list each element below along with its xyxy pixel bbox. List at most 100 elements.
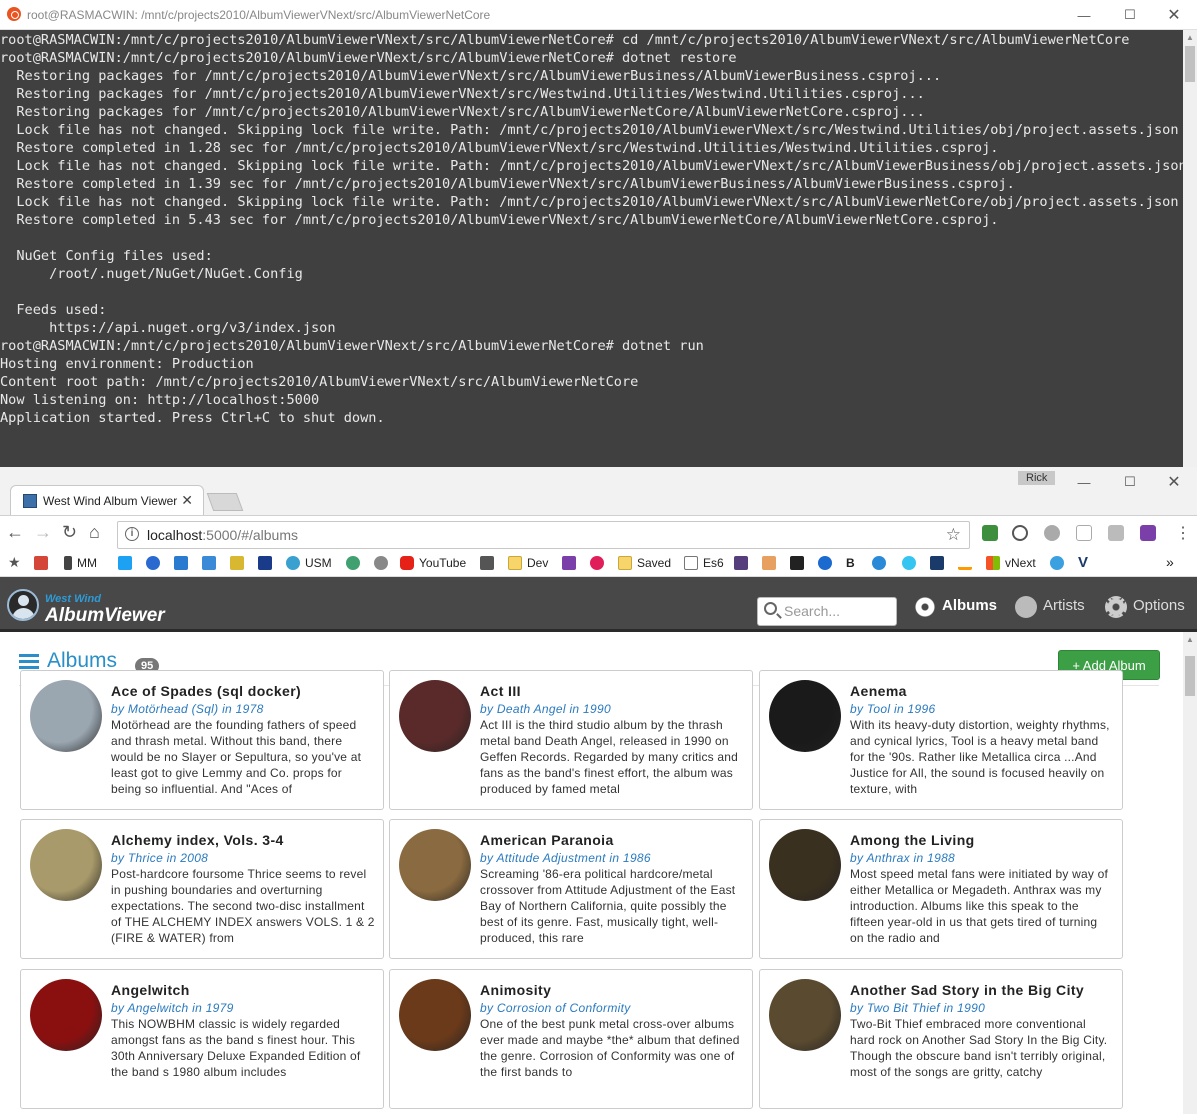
scroll-up-icon[interactable]: ▲ <box>1186 33 1194 42</box>
profile-badge[interactable]: Rick <box>1018 471 1056 485</box>
album-cover[interactable] <box>769 680 841 752</box>
slack-icon[interactable] <box>902 556 921 570</box>
close-icon[interactable]: ✕ <box>1151 0 1197 30</box>
page-scrollbar[interactable]: ▲ <box>1183 632 1197 1114</box>
album-cover[interactable] <box>30 979 102 1051</box>
gmail-icon[interactable] <box>34 556 53 570</box>
album-title[interactable]: Another Sad Story in the Big City <box>850 982 1084 998</box>
album-card[interactable]: Animosity by Corrosion of Conformity One o… <box>389 969 753 1109</box>
bookmark-icon[interactable] <box>202 556 221 570</box>
maximize-icon[interactable]: ☐ <box>1107 0 1153 30</box>
extension-icon[interactable] <box>1108 525 1124 541</box>
maximize-icon[interactable]: ☐ <box>1107 467 1153 497</box>
album-artist[interactable]: by Two Bit Thief in 1990 <box>850 1001 985 1015</box>
album-title[interactable]: Act III <box>480 683 521 699</box>
terminal-output[interactable]: root@RASMACWIN:/mnt/c/projects2010/Album… <box>0 30 1183 467</box>
album-card[interactable]: Angelwitch by Angelwitch in 1979 This NOWB… <box>20 969 384 1109</box>
terminal-scrollbar[interactable]: ▲ <box>1183 30 1197 467</box>
back-icon[interactable]: ← <box>6 522 24 543</box>
album-cover[interactable] <box>769 829 841 901</box>
menu-icon[interactable]: ⋮ <box>1175 523 1191 543</box>
bookmark-vnext[interactable]: vNext <box>986 556 1036 570</box>
album-card[interactable]: Aenema by Tool in 1996 With its heavy-duty… <box>759 670 1123 810</box>
logo-title[interactable]: AlbumViewer <box>45 605 165 627</box>
vue-icon[interactable]: V <box>1078 554 1088 571</box>
slack-icon[interactable] <box>590 556 609 570</box>
album-cover[interactable] <box>30 829 102 901</box>
album-cover[interactable] <box>30 680 102 752</box>
scrollbar-thumb[interactable] <box>1185 46 1195 82</box>
bookmark-youtube[interactable]: YouTube <box>400 556 466 570</box>
bookmark-icon[interactable] <box>146 556 165 570</box>
album-artist[interactable]: by Attitude Adjustment in 1986 <box>480 851 651 865</box>
album-artist[interactable]: by Motörhead (Sql) in 1978 <box>111 702 264 716</box>
bookmark-icon[interactable] <box>762 556 781 570</box>
scroll-up-icon[interactable]: ▲ <box>1186 635 1194 644</box>
bookmark-icon[interactable] <box>174 556 193 570</box>
album-card[interactable]: Another Sad Story in the Big City by Two … <box>759 969 1123 1109</box>
album-artist[interactable]: by Angelwitch in 1979 <box>111 1001 234 1015</box>
bookmark-icon[interactable] <box>374 556 393 570</box>
album-title[interactable]: Angelwitch <box>111 982 190 998</box>
scrollbar-thumb[interactable] <box>1185 656 1195 696</box>
extension-icon[interactable] <box>1012 525 1028 541</box>
album-title[interactable]: Alchemy index, Vols. 3-4 <box>111 832 284 848</box>
bookmark-icon[interactable] <box>230 556 249 570</box>
album-card[interactable]: Among the Living by Anthrax in 1988 Most s… <box>759 819 1123 959</box>
twitter-icon[interactable] <box>118 556 137 570</box>
bookmark-mm[interactable]: MM <box>64 556 97 570</box>
home-icon[interactable]: ⌂ <box>89 522 100 543</box>
minimize-icon[interactable]: — <box>1061 467 1107 497</box>
bookmark-icon[interactable] <box>734 556 753 570</box>
onenote-icon[interactable] <box>1140 525 1156 541</box>
apps-star-icon[interactable]: ★ <box>8 554 21 571</box>
extension-icon[interactable] <box>982 525 998 541</box>
bookmark-dev[interactable]: Dev <box>508 556 548 570</box>
tab-close-icon[interactable]: ✕ <box>181 492 193 509</box>
bookmark-es6[interactable]: Es6 <box>684 556 724 570</box>
forward-icon[interactable]: → <box>34 522 52 543</box>
album-artist[interactable]: by Tool in 1996 <box>850 702 935 716</box>
album-artist[interactable]: by Corrosion of Conformity <box>480 1001 631 1015</box>
album-card[interactable]: American Paranoia by Attitude Adjustment … <box>389 819 753 959</box>
album-title[interactable]: Animosity <box>480 982 551 998</box>
bookmark-icon[interactable] <box>818 556 837 570</box>
album-card[interactable]: Alchemy index, Vols. 3-4 by Thrice in 200… <box>20 819 384 959</box>
nav-options[interactable]: Options <box>1105 596 1185 633</box>
album-title[interactable]: Among the Living <box>850 832 975 848</box>
bookmark-icon[interactable] <box>930 556 949 570</box>
album-cover[interactable] <box>399 979 471 1051</box>
info-icon[interactable]: i <box>125 527 139 541</box>
compass-icon[interactable] <box>872 556 891 570</box>
search-box[interactable] <box>757 597 897 626</box>
minimize-icon[interactable]: — <box>1061 0 1107 30</box>
close-icon[interactable]: ✕ <box>1151 467 1197 497</box>
adblock-icon[interactable] <box>1044 525 1060 541</box>
bookmark-b[interactable]: B <box>846 556 855 570</box>
nav-artists[interactable]: Artists <box>1015 596 1085 633</box>
bookmark-icon[interactable] <box>258 556 277 570</box>
album-card[interactable]: Act III by Death Angel in 1990 Act III is … <box>389 670 753 810</box>
album-cover[interactable] <box>769 979 841 1051</box>
album-cover[interactable] <box>399 680 471 752</box>
album-title[interactable]: Ace of Spades (sql docker) <box>111 683 301 699</box>
bookmark-icon[interactable] <box>346 556 365 570</box>
album-artist[interactable]: by Death Angel in 1990 <box>480 702 611 716</box>
bookmark-usm[interactable]: USM <box>286 556 332 570</box>
bookmark-saved[interactable]: Saved <box>618 556 671 570</box>
amazon-icon[interactable] <box>958 556 977 570</box>
album-title[interactable]: Aenema <box>850 683 907 699</box>
reload-icon[interactable]: ↻ <box>62 522 77 543</box>
bookmark-icon[interactable] <box>480 556 499 570</box>
bookmark-icon[interactable] <box>790 556 809 570</box>
cloud-icon[interactable] <box>1050 556 1069 570</box>
browser-tab[interactable]: West Wind Album Viewer ✕ <box>10 485 204 515</box>
extension-icon[interactable] <box>1076 525 1092 541</box>
onenote-icon[interactable] <box>562 556 581 570</box>
album-cover[interactable] <box>399 829 471 901</box>
address-bar[interactable]: i localhost:5000/#/albums ☆ <box>117 521 970 549</box>
logo-icon[interactable] <box>7 589 39 621</box>
logo-subtitle[interactable]: West Wind <box>45 593 101 605</box>
album-artist[interactable]: by Anthrax in 1988 <box>850 851 955 865</box>
new-tab-button[interactable] <box>206 493 244 511</box>
